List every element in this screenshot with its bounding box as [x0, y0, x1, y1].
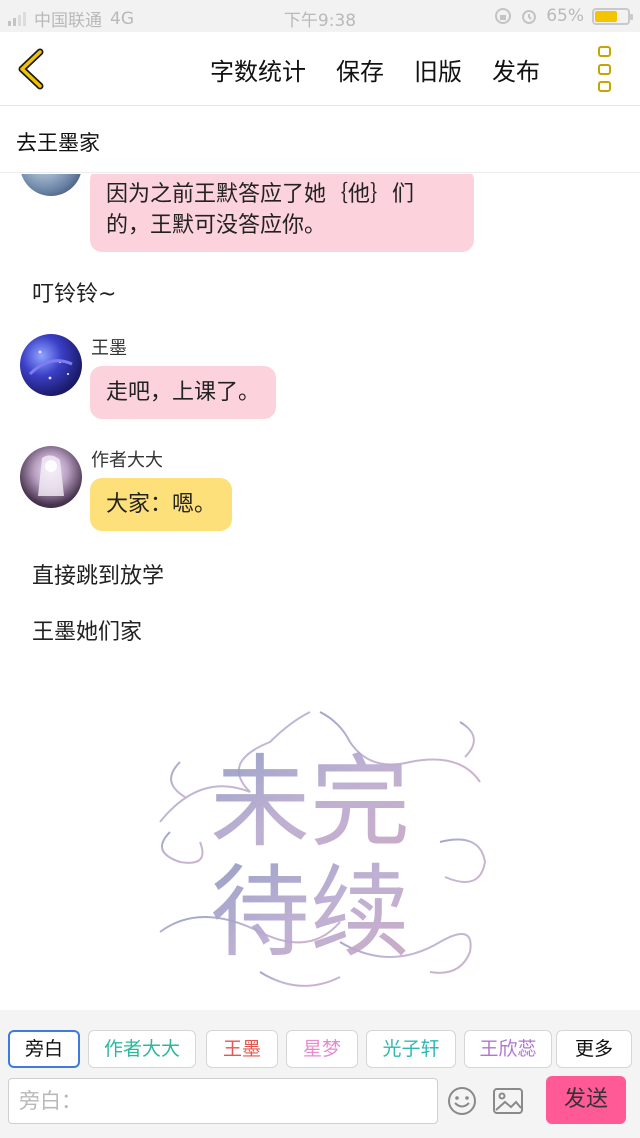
role-label: 作者大大 [103, 1038, 180, 1060]
old-version-button[interactable]: 旧版 [414, 52, 462, 87]
message-bubble[interactable]: 因为之前王默答应了她｛他｝们 的，王默可没答应你。 [90, 174, 474, 252]
avatar [20, 334, 82, 396]
role-chip-guangzixuan[interactable]: 光子轩 [366, 1030, 456, 1068]
message-bubble[interactable]: 大家：嗯。 [90, 478, 233, 531]
nav-actions: 字数统计 保存 旧版 发布 [210, 52, 540, 87]
word-count-button[interactable]: 字数统计 [210, 52, 306, 87]
role-chip-wangmo[interactable]: 王墨 [206, 1030, 278, 1068]
speaker-name: 作者大大 [91, 450, 163, 471]
role-chip-narrator[interactable]: 旁白 [8, 1030, 80, 1068]
input-bar: 发送 [0, 1076, 640, 1138]
end-line-1: 未完 [210, 744, 410, 861]
speaker-name: 王墨 [91, 338, 127, 359]
more-dot-icon [598, 46, 611, 57]
emoji-icon[interactable] [447, 1086, 477, 1116]
battery-icon [592, 7, 633, 25]
alarm-icon [522, 10, 537, 24]
chevron-left-icon [18, 48, 44, 90]
role-label: 星梦 [302, 1038, 341, 1060]
battery-percent: 65% [546, 6, 584, 26]
chapter-title[interactable]: 去王墨家 [0, 107, 640, 173]
lock-rotation-icon [495, 8, 512, 24]
more-menu-button[interactable] [598, 46, 614, 92]
avatar [20, 174, 82, 196]
narration-text: 王墨她们家 [32, 620, 143, 645]
back-button[interactable] [14, 48, 50, 90]
image-icon[interactable] [492, 1086, 524, 1116]
more-roles-button[interactable]: 更多 [556, 1030, 632, 1068]
send-button[interactable]: 发送 [546, 1076, 626, 1124]
status-bar: 中国联通 4G 下午9:38 65% [0, 0, 640, 32]
end-line-2: 待续 [210, 854, 410, 971]
save-button[interactable]: 保存 [336, 52, 384, 87]
story-content[interactable]: 因为之前王默答应了她｛他｝们 的，王默可没答应你。 叮铃铃~ 王墨 走吧，上课了… [0, 174, 640, 1010]
narration-text: 直接跳到放学 [32, 564, 165, 589]
role-label: 更多 [574, 1038, 613, 1060]
narration-text: 叮铃铃~ [32, 282, 117, 307]
role-chip-author[interactable]: 作者大大 [88, 1030, 196, 1068]
role-chip-xingmeng[interactable]: 星梦 [286, 1030, 358, 1068]
role-label: 王欣蕊 [479, 1038, 537, 1060]
nav-bar: 字数统计 保存 旧版 发布 [0, 32, 640, 106]
more-dot-icon [598, 81, 611, 92]
avatar [20, 446, 82, 508]
role-label: 光子轩 [382, 1038, 440, 1060]
role-selector-bar: 旁白 作者大大 王墨 星梦 光子轩 王欣蕊 更多 [0, 1010, 640, 1076]
role-chip-wangxinrui[interactable]: 王欣蕊 [464, 1030, 552, 1068]
role-label: 王墨 [222, 1038, 261, 1060]
message-input[interactable] [8, 1078, 438, 1124]
publish-button[interactable]: 发布 [492, 52, 540, 87]
message-bubble[interactable]: 走吧，上课了。 [90, 366, 277, 419]
role-label: 旁白 [24, 1038, 63, 1060]
more-dot-icon [598, 63, 611, 75]
to-be-continued-image: 未完 待续 [140, 702, 500, 1002]
